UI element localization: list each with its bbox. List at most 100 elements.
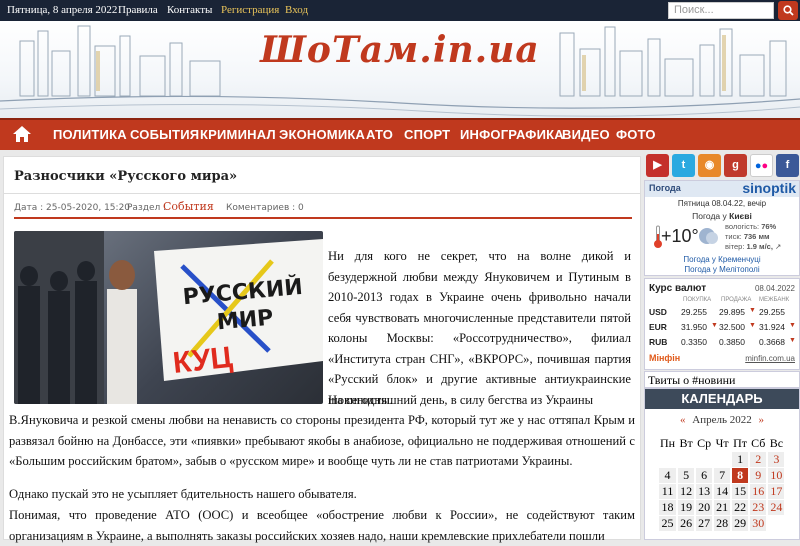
tweets-header: Твиты о #новини	[644, 371, 800, 388]
header-banner: ШоТам.in.ua	[0, 21, 800, 118]
calendar-day[interactable]: 7	[714, 468, 731, 483]
contacts-link[interactable]: Контакты	[167, 4, 212, 16]
weather-city-label: Погода у	[692, 211, 727, 221]
calendar-day[interactable]: 27	[696, 516, 713, 531]
weather-details: вологість: 76% тиск: 736 мм вітер: 1.9 м…	[725, 222, 782, 251]
currency-title: Курс валют	[649, 283, 707, 294]
search-button[interactable]	[778, 1, 798, 20]
calendar-day[interactable]: 1	[732, 452, 749, 467]
divider	[4, 193, 640, 194]
minfin-link[interactable]: minfin.com.ua	[745, 354, 795, 363]
calendar-next-button[interactable]: »	[758, 414, 764, 426]
youtube-icon[interactable]: ▶	[646, 154, 669, 177]
calendar-day[interactable]: 12	[678, 484, 695, 499]
calendar-day[interactable]: 10	[768, 468, 785, 483]
google-plus-icon[interactable]: g	[724, 154, 747, 177]
calendar-day	[678, 452, 694, 467]
calendar-day[interactable]: 2	[750, 452, 767, 467]
calendar-month-nav: « Апрель 2022 »	[645, 414, 799, 426]
sidebar: ▶ t ◉ g ●● f Погода sinoptik Пятница 08.…	[644, 150, 800, 540]
calendar-day[interactable]: 14	[714, 484, 731, 499]
calendar-day[interactable]: 5	[678, 468, 695, 483]
calendar-day[interactable]: 11	[659, 484, 677, 499]
article: Разносчики «Русского мира» Дата : 25-05-…	[3, 156, 641, 543]
calendar-week: 25 26 27 28 29 30	[659, 516, 784, 531]
wind-arrow-icon: ↗	[775, 242, 782, 251]
rules-link[interactable]: Правила	[118, 4, 158, 16]
calendar-day[interactable]: 28	[714, 516, 731, 531]
nav-economy[interactable]: ЭКОНОМИКА	[279, 127, 365, 142]
weather-widget[interactable]: Погода sinoptik Пятница 08.04.22, вечір …	[644, 180, 800, 276]
paragraph-2: В.Януковича и резкой смены любви на нена…	[9, 413, 635, 468]
calendar-day[interactable]: 26	[678, 516, 695, 531]
calendar-day[interactable]: 16	[750, 484, 767, 499]
currency-date: 08.04.2022	[754, 284, 795, 293]
facebook-icon[interactable]: f	[776, 154, 799, 177]
article-date: Дата : 25-05-2020, 15:20	[14, 203, 131, 213]
nav-sport[interactable]: СПОРТ	[404, 127, 450, 142]
calendar-day[interactable]: 24	[768, 500, 785, 515]
nav-ato[interactable]: АТО	[366, 127, 393, 142]
calendar-day[interactable]: 23	[750, 500, 767, 515]
section-label: Раздел :	[127, 203, 167, 213]
calendar-day[interactable]: 25	[659, 516, 677, 531]
minfin-logo[interactable]: Мінфін	[649, 353, 680, 363]
calendar-month: Апрель 2022	[692, 414, 752, 426]
calendar-day[interactable]: 8	[732, 468, 749, 483]
calendar-day[interactable]: 15	[732, 484, 749, 499]
register-link[interactable]: Регистрация	[221, 4, 279, 16]
site-logo[interactable]: ШоТам.in.ua	[0, 29, 800, 71]
calendar-day[interactable]: 17	[768, 484, 785, 499]
article-photo: КУЦ РУССКИЙ МИР	[14, 231, 323, 404]
home-icon[interactable]	[12, 125, 32, 143]
nav-crime[interactable]: КРИМИНАЛ	[200, 127, 276, 142]
sinoptik-logo: sinoptik	[742, 180, 796, 196]
calendar-day[interactable]: 19	[678, 500, 695, 515]
twitter-icon[interactable]: t	[672, 154, 695, 177]
weather-link-kremenchuk[interactable]: Погода у Кременчуці	[645, 255, 799, 264]
cloudy-icon	[699, 228, 718, 244]
col-sell: ПРОДАЖА	[721, 297, 752, 303]
nav-video[interactable]: ВИДЕО	[562, 127, 610, 142]
calendar-prev-button[interactable]: «	[680, 414, 686, 426]
calendar-week: 18 19 20 21 22 23 24	[659, 500, 785, 515]
weather-temperature: +10°	[661, 226, 699, 246]
weather-link-melitopol[interactable]: Погода у Мелітополі	[645, 265, 799, 274]
calendar-day[interactable]: 21	[714, 500, 731, 515]
calendar-day[interactable]: 18	[659, 500, 677, 515]
nav-politics[interactable]: ПОЛИТИКА	[53, 127, 127, 142]
calendar-day[interactable]: 29	[732, 516, 749, 531]
paragraph-3: Однако пускай это не усыпляет бдительнос…	[9, 487, 357, 501]
current-date: Пятница, 8 апреля 2022	[7, 4, 118, 16]
col-buy: ПОКУПКА	[683, 297, 712, 303]
calendar-day[interactable]: 30	[750, 516, 767, 531]
nav-events[interactable]: СОБЫТИЯ	[130, 127, 199, 142]
col-interbank: МЕЖБАНК	[759, 297, 790, 303]
calendar-week: 4 5 6 7 8 9 10	[659, 468, 785, 483]
calendar-day[interactable]: 4	[659, 468, 677, 483]
calendar-day[interactable]: 3	[768, 452, 785, 467]
nav-photo[interactable]: ФОТО	[616, 127, 656, 142]
calendar-day	[768, 516, 784, 531]
calendar-day[interactable]: 13	[696, 484, 713, 499]
main-nav: ПОЛИТИКА СОБЫТИЯ КРИМИНАЛ ЭКОНОМИКА АТО …	[0, 118, 800, 150]
calendar-grid: Пн Вт Ср Чт Пт Сб Вс 1 2 3 4 5 6 7 8 9 10 11 12 13 14 15 16 17…	[657, 435, 786, 532]
svg-text:КУЦ: КУЦ	[171, 341, 234, 380]
calendar-day[interactable]: 22	[732, 500, 749, 515]
login-link[interactable]: Вход	[285, 4, 308, 16]
article-title[interactable]: Разносчики «Русского мира»	[14, 169, 237, 184]
calendar-weekdays: Пн Вт Ср Чт Пт Сб Вс	[660, 436, 784, 450]
calendar-day[interactable]: 6	[696, 468, 713, 483]
calendar-day[interactable]: 20	[696, 500, 713, 515]
comments-count: Коментариев : 0	[226, 203, 304, 213]
section-link[interactable]: События	[163, 200, 214, 213]
nav-infographics[interactable]: ИНФОГРАФИКА	[460, 127, 564, 142]
calendar-day	[714, 452, 730, 467]
calendar-day[interactable]: 9	[750, 468, 767, 483]
weather-city: Києві	[729, 211, 752, 221]
search-input[interactable]: Поиск...	[668, 2, 774, 19]
currency-widget[interactable]: Курс валют 08.04.2022 ПОКУПКА ПРОДАЖА МЕ…	[644, 278, 800, 370]
flickr-icon[interactable]: ●●	[750, 154, 773, 177]
rss-icon[interactable]: ◉	[698, 154, 721, 177]
top-bar: Пятница, 8 апреля 2022 Правила Контакты …	[0, 0, 800, 21]
